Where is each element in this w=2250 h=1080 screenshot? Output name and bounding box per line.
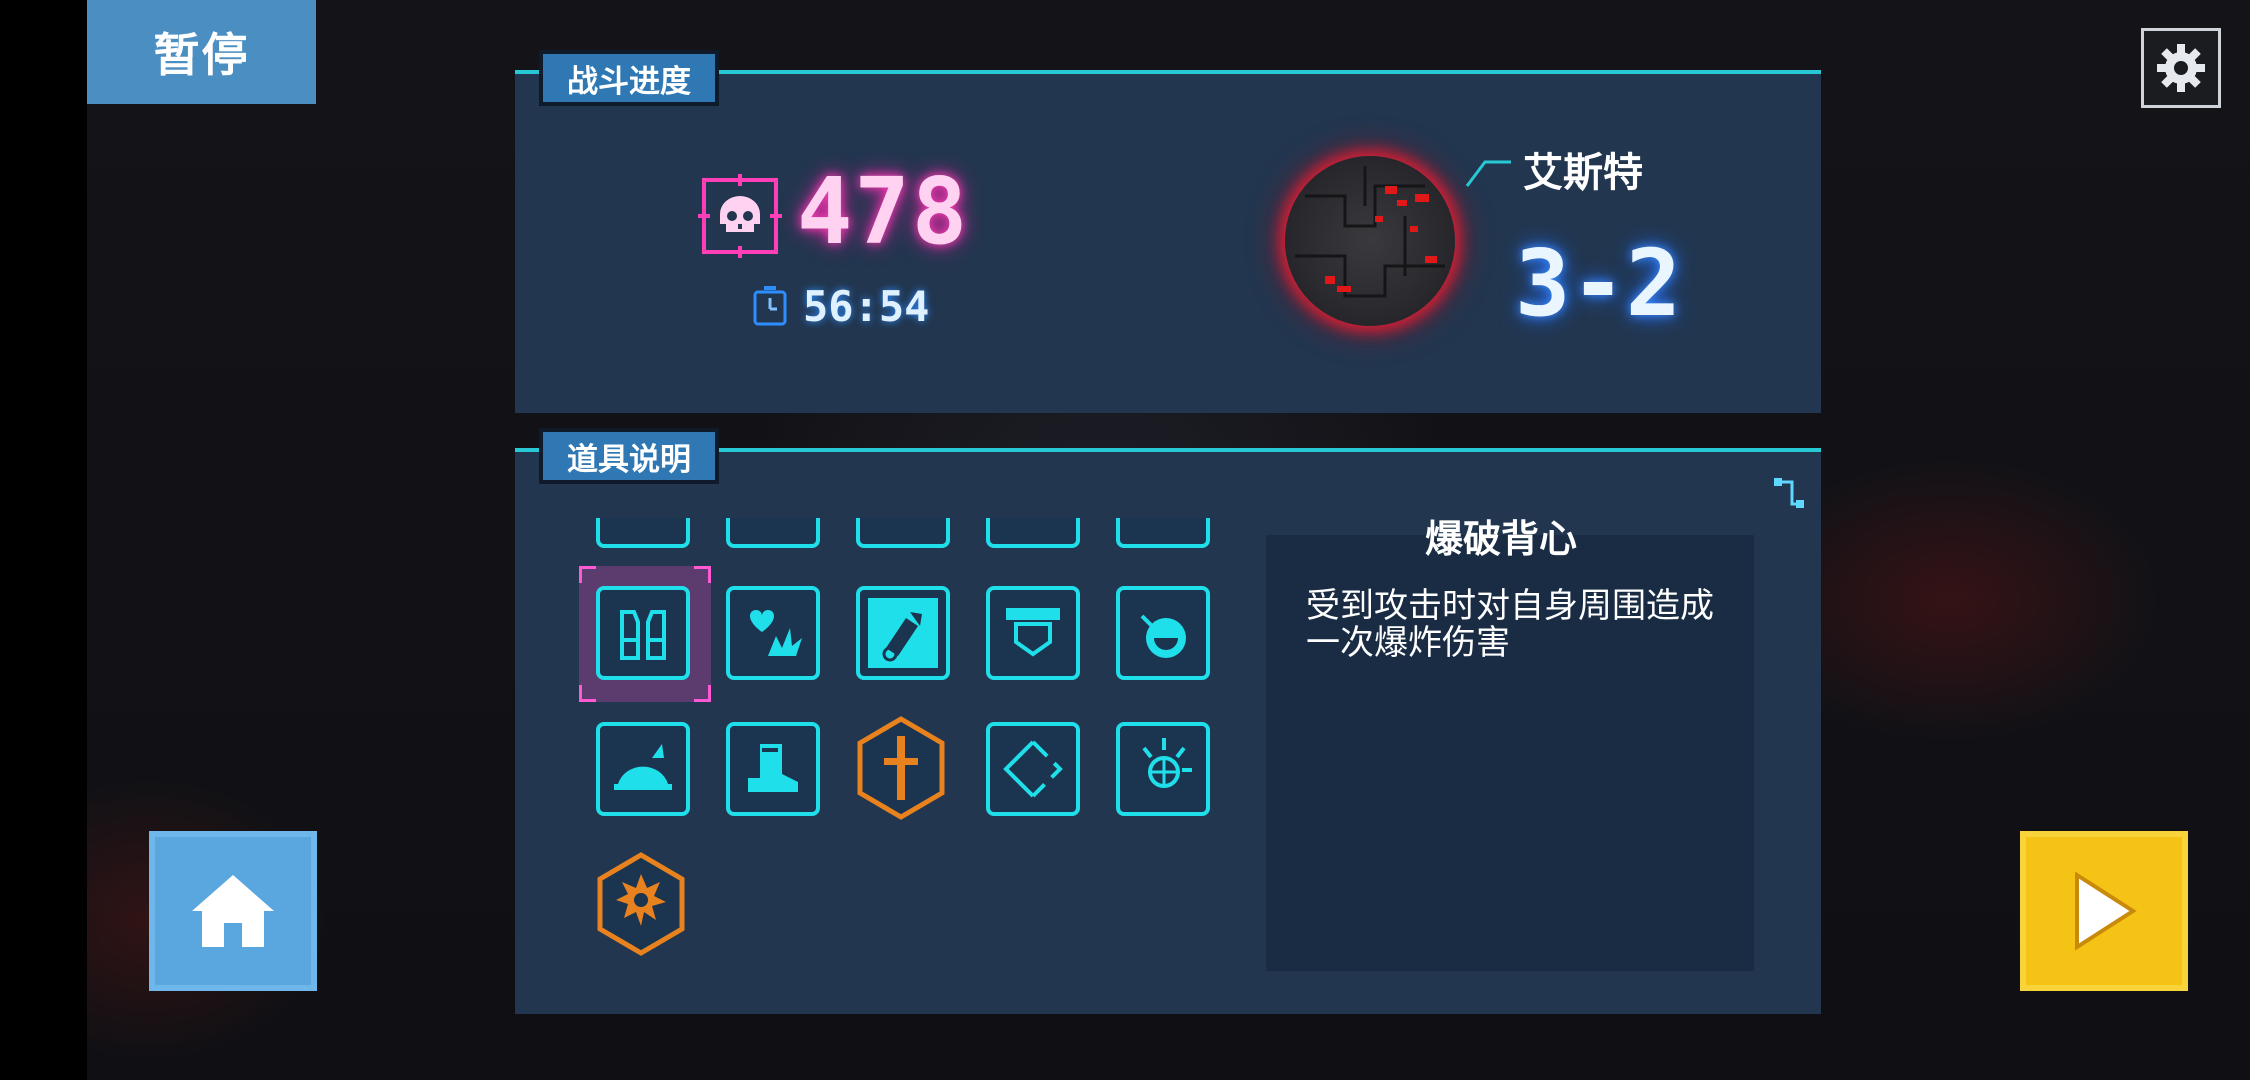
rocket-icon: [868, 598, 938, 668]
level-pointer-line: [1465, 160, 1511, 187]
level-stage: 3-2: [1515, 230, 1682, 337]
battle-progress-title: 战斗进度: [539, 50, 719, 106]
shield-belt-icon: [1006, 608, 1060, 657]
kill-count: 478: [797, 158, 970, 265]
item-slot-sunburst-target[interactable]: [1116, 722, 1210, 816]
helmet-icon: [614, 744, 672, 790]
item-slot-helmet[interactable]: [596, 722, 690, 816]
item-slot[interactable]: [986, 518, 1080, 548]
item-slot-boot[interactable]: [726, 722, 820, 816]
heart-explosion-icon: [750, 610, 802, 656]
home-button[interactable]: [149, 831, 317, 991]
item-slot[interactable]: [596, 518, 690, 548]
item-slot[interactable]: [726, 518, 820, 548]
game-screen: 暂停 战斗进度 478 56:54 艾斯特 3-2 道具说明 爆破背心 受到攻击…: [0, 0, 2250, 1080]
gear-icon: [2157, 44, 2205, 92]
item-slot[interactable]: [856, 518, 950, 548]
expand-icon[interactable]: [1772, 476, 1806, 510]
settings-button[interactable]: [2141, 28, 2221, 108]
boot-icon: [748, 744, 798, 792]
level-map-thumbnail: [1285, 156, 1455, 326]
item-info-panel: 道具说明 爆破背心 受到攻击时对自身周围造成一次爆炸伤害: [515, 428, 1821, 1014]
item-slot-shield-belt[interactable]: [986, 586, 1080, 680]
sunburst-target-icon: [1142, 738, 1192, 788]
item-slot-heart-explosion[interactable]: [726, 586, 820, 680]
level-name: 艾斯特: [1523, 150, 1643, 196]
item-slot-bomb-fruit[interactable]: [1116, 586, 1210, 680]
skull-target-icon: [698, 174, 782, 258]
item-slot-diamond-target[interactable]: [986, 722, 1080, 816]
bomb-fruit-icon: [1140, 614, 1186, 658]
item-name: 爆破背心: [1424, 517, 1577, 561]
home-icon: [192, 875, 274, 947]
resume-button[interactable]: [2020, 831, 2188, 991]
stopwatch-icon: [753, 286, 787, 326]
dagger-badge-icon[interactable]: [856, 716, 946, 820]
play-icon: [2075, 871, 2137, 951]
item-slot[interactable]: [1116, 518, 1210, 548]
elapsed-time: 56:54: [803, 282, 930, 331]
item-slot-rocket[interactable]: [856, 586, 950, 680]
pause-label: 暂停: [87, 0, 316, 104]
item-slot-vest[interactable]: [596, 586, 690, 680]
vest-icon: [620, 610, 666, 660]
letterbox-left: [0, 0, 87, 1080]
explosion-badge-icon[interactable]: [596, 852, 686, 956]
item-description: 受到攻击时对自身周围造成一次爆炸伤害: [1306, 586, 1714, 663]
item-info-title: 道具说明: [539, 428, 719, 484]
diamond-target-icon: [1003, 740, 1063, 798]
battle-progress-panel: 战斗进度 478 56:54 艾斯特 3-2: [515, 50, 1821, 413]
